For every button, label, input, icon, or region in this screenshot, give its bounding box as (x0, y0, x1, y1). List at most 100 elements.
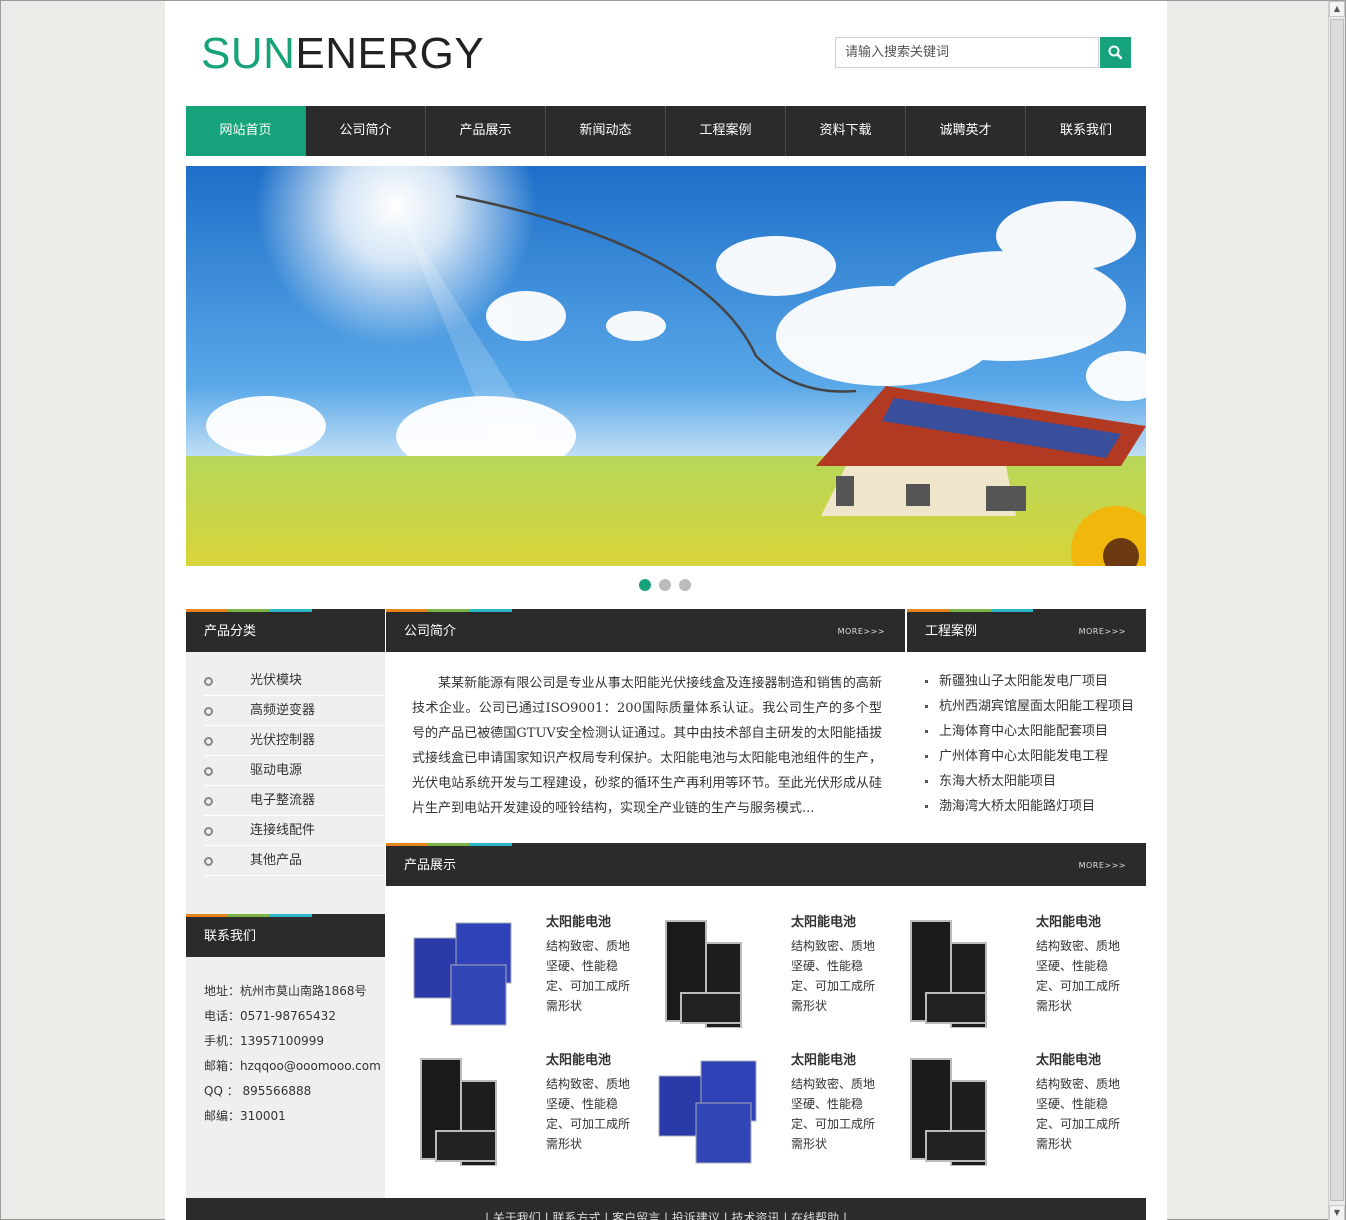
scrollbar-thumb[interactable] (1330, 19, 1344, 1201)
search-icon (1108, 45, 1123, 60)
search-input[interactable] (835, 37, 1099, 68)
cases-more-link[interactable]: MORE>>> (1079, 612, 1126, 652)
product-desc: 结构致密、质地坚硬、性能稳定、可加工成所需形状 (546, 1077, 631, 1151)
product-grid: 太阳能电池 结构致密、质地坚硬、性能稳定、可加工成所需形状 太阳能电池 结构致密… (386, 883, 1146, 1198)
case-label: 广州体育中心太阳能发电工程 (939, 749, 1109, 764)
search-box (835, 37, 1131, 69)
site-logo[interactable]: SUNENERGY (201, 29, 484, 79)
main-nav: 网站首页 公司简介 产品展示 新闻动态 工程案例 资料下载 诚聘英才 联系我们 (186, 106, 1146, 156)
bullet-square-icon (925, 755, 928, 758)
contact-postcode: 邮编：310001 (204, 1109, 286, 1123)
nav-downloads[interactable]: 资料下载 (786, 106, 906, 156)
hero-banner[interactable] (186, 166, 1146, 566)
about-text: 某某新能源有限公司是专业从事太阳能光伏接线盒及连接器制造和销售的高新技术企业。公… (412, 676, 882, 816)
bullet-square-icon (925, 705, 928, 708)
blue-solar-cell-image (658, 1060, 757, 1164)
case-label: 新疆独山子太阳能发电厂项目 (939, 674, 1109, 689)
product-name: 太阳能电池 (1036, 1053, 1102, 1068)
case-item[interactable]: 杭州西湖宾馆屋面太阳能工程项目 (925, 694, 1155, 719)
products-header: 产品展示 MORE>>> (386, 843, 1146, 886)
case-label: 杭州西湖宾馆屋面太阳能工程项目 (939, 699, 1135, 714)
contact-address: 地址：杭州市莫山南路1868号 (204, 984, 367, 998)
case-item[interactable]: 上海体育中心太阳能配套项目 (925, 719, 1155, 744)
search-button[interactable] (1100, 37, 1131, 68)
product-card[interactable]: 太阳能电池 结构致密、质地坚硬、性能稳定、可加工成所需形状 (876, 893, 1121, 1028)
case-label: 渤海湾大桥太阳能路灯项目 (939, 799, 1096, 814)
contact-email: 邮箱：hzqqoo@ooomooo.com (204, 1059, 381, 1073)
scroll-up-icon[interactable]: ▲ (1329, 1, 1345, 17)
product-desc: 结构致密、质地坚硬、性能稳定、可加工成所需形状 (791, 939, 876, 1013)
product-name: 太阳能电池 (546, 1053, 612, 1068)
case-label: 上海体育中心太阳能配套项目 (939, 724, 1109, 739)
product-name: 太阳能电池 (546, 915, 612, 930)
category-item[interactable]: 其他产品 (204, 846, 385, 876)
nav-news[interactable]: 新闻动态 (546, 106, 666, 156)
bullet-ring-icon (204, 857, 213, 866)
nav-cases[interactable]: 工程案例 (666, 106, 786, 156)
banner-pagination (639, 579, 691, 591)
page-container: SUNENERGY 网站首页 公司简介 产品展示 新闻动态 工程案例 资料下载 … (165, 1, 1167, 1220)
bullet-ring-icon (204, 797, 213, 806)
browser-viewport: SUNENERGY 网站首页 公司简介 产品展示 新闻动态 工程案例 资料下载 … (0, 0, 1346, 1220)
product-card[interactable]: 太阳能电池 结构致密、质地坚硬、性能稳定、可加工成所需形状 (631, 1031, 876, 1166)
product-name: 太阳能电池 (1036, 915, 1102, 930)
nav-products[interactable]: 产品展示 (426, 106, 546, 156)
category-label: 光伏控制器 (250, 733, 316, 748)
product-card[interactable]: 太阳能电池 结构致密、质地坚硬、性能稳定、可加工成所需形状 (631, 893, 876, 1028)
case-item[interactable]: 广州体育中心太阳能发电工程 (925, 744, 1155, 769)
category-item[interactable]: 光伏模块 (204, 666, 385, 696)
black-solar-panel-image (910, 1058, 987, 1166)
contact-mobile: 手机：13957100999 (204, 1034, 324, 1048)
nav-careers[interactable]: 诚聘英才 (906, 106, 1026, 156)
category-item[interactable]: 光伏控制器 (204, 726, 385, 756)
black-solar-panel-image (910, 920, 987, 1028)
slide-dot[interactable] (639, 579, 651, 591)
about-more-link[interactable]: MORE>>> (838, 612, 885, 652)
category-item[interactable]: 高频逆变器 (204, 696, 385, 726)
categories-title: 产品分类 (204, 624, 257, 639)
product-desc: 结构致密、质地坚硬、性能稳定、可加工成所需形状 (546, 939, 631, 1013)
product-name: 太阳能电池 (791, 1053, 857, 1068)
contact-title: 联系我们 (204, 929, 257, 944)
contact-phone: 电话：0571-98765432 (204, 1009, 336, 1023)
bullet-square-icon (925, 780, 928, 783)
black-solar-panel-image (420, 1058, 497, 1166)
category-label: 其他产品 (250, 853, 303, 868)
category-item[interactable]: 电子整流器 (204, 786, 385, 816)
category-label: 驱动电源 (250, 763, 303, 778)
logo-sun-text: SUN (201, 29, 296, 78)
product-card[interactable]: 太阳能电池 结构致密、质地坚硬、性能稳定、可加工成所需形状 (386, 1031, 631, 1166)
case-item[interactable]: 东海大桥太阳能项目 (925, 769, 1155, 794)
product-card[interactable]: 太阳能电池 结构致密、质地坚硬、性能稳定、可加工成所需形状 (876, 1031, 1121, 1166)
footer-links[interactable]: | 关于我们 | 联系方式 | 客户留言 | 投诉建议 | 技术资讯 | 在线帮… (186, 1198, 1146, 1220)
about-header: 公司简介 MORE>>> (386, 609, 905, 652)
black-solar-panel-image (665, 920, 742, 1028)
products-more-link[interactable]: MORE>>> (1079, 846, 1126, 886)
scroll-down-icon[interactable]: ▼ (1329, 1205, 1345, 1220)
cases-list: 新疆独山子太阳能发电厂项目 杭州西湖宾馆屋面太阳能工程项目 上海体育中心太阳能配… (925, 669, 1155, 819)
product-card[interactable]: 太阳能电池 结构致密、质地坚硬、性能稳定、可加工成所需形状 (386, 893, 631, 1028)
product-name: 太阳能电池 (791, 915, 857, 930)
cases-title: 工程案例 (925, 624, 978, 639)
logo-energy-text: ENERGY (295, 29, 485, 78)
contact-qq: QQ ： 895566888 (204, 1084, 312, 1098)
bullet-square-icon (925, 680, 928, 683)
category-label: 电子整流器 (250, 793, 316, 808)
slide-dot[interactable] (659, 579, 671, 591)
case-item[interactable]: 新疆独山子太阳能发电厂项目 (925, 669, 1155, 694)
case-label: 东海大桥太阳能项目 (939, 774, 1057, 789)
nav-home[interactable]: 网站首页 (186, 106, 306, 156)
products-title: 产品展示 (404, 858, 457, 873)
bullet-square-icon (925, 805, 928, 808)
nav-about[interactable]: 公司简介 (306, 106, 426, 156)
case-item[interactable]: 渤海湾大桥太阳能路灯项目 (925, 794, 1155, 819)
slide-dot[interactable] (679, 579, 691, 591)
cases-header: 工程案例 MORE>>> (907, 609, 1146, 652)
blue-solar-cell-image (413, 922, 512, 1026)
nav-contact[interactable]: 联系我们 (1026, 106, 1146, 156)
category-item[interactable]: 连接线配件 (204, 816, 385, 846)
bullet-square-icon (925, 730, 928, 733)
house-solar-illustration (186, 166, 1146, 566)
vertical-scrollbar[interactable]: ▲ ▼ (1328, 1, 1345, 1220)
category-item[interactable]: 驱动电源 (204, 756, 385, 786)
